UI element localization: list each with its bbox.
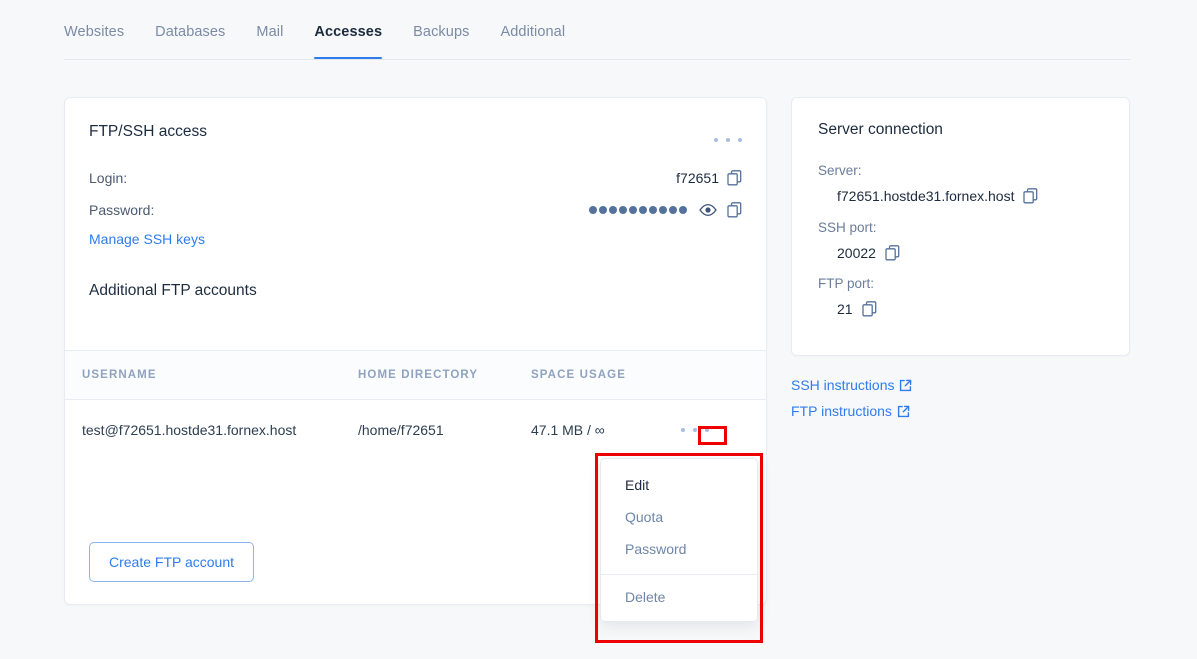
ftp-instructions-link[interactable]: FTP instructions [791, 403, 910, 419]
manage-ssh-keys-link[interactable]: Manage SSH keys [89, 231, 205, 247]
login-label: Login: [89, 170, 128, 186]
column-header-username: USERNAME [82, 369, 157, 381]
cell-space-usage: 47.1 MB / ∞ [531, 422, 605, 438]
row-more-options-button[interactable] [681, 421, 709, 439]
menu-item-quota[interactable]: Quota [601, 501, 757, 533]
tab-mail[interactable]: Mail [256, 0, 283, 58]
dot-icon [681, 428, 685, 432]
external-link-icon [897, 405, 910, 418]
copy-icon[interactable] [727, 202, 742, 218]
ftp-accounts-table: USERNAME HOME DIRECTORY SPACE USAGE test… [65, 350, 766, 460]
password-label: Password: [89, 202, 155, 218]
cell-username: test@f72651.hostde31.fornex.host [82, 422, 297, 438]
ftp-instructions-label: FTP instructions [791, 403, 892, 419]
server-label: Server: [818, 163, 862, 178]
column-header-space-usage: SPACE USAGE [531, 369, 626, 381]
dot-icon [726, 138, 730, 142]
copy-icon[interactable] [727, 170, 742, 186]
password-dot [609, 206, 617, 214]
menu-item-edit[interactable]: Edit [601, 469, 757, 501]
eye-icon[interactable] [699, 203, 717, 217]
password-dot [629, 206, 637, 214]
login-row: Login: f72651 [89, 168, 742, 188]
menu-item-delete[interactable]: Delete [601, 581, 757, 613]
ssh-port-value: 20022 [837, 245, 876, 261]
server-connection-title: Server connection [818, 121, 943, 138]
cell-actions [681, 421, 766, 439]
login-value: f72651 [676, 170, 719, 186]
password-dot [649, 206, 657, 214]
password-dot [639, 206, 647, 214]
tab-accesses[interactable]: Accesses [314, 0, 382, 59]
ftp-ssh-card-title: FTP/SSH access [89, 123, 207, 140]
server-connection-card: Server connection Server: f72651.hostde3… [791, 97, 1130, 356]
tab-bar: Websites Databases Mail Accesses Backups… [64, 0, 1130, 60]
table-row: test@f72651.hostde31.fornex.host /home/f… [65, 400, 766, 460]
copy-icon[interactable] [885, 245, 900, 261]
copy-icon[interactable] [1023, 188, 1038, 204]
password-masked-value [589, 206, 687, 214]
external-link-icon [899, 379, 912, 392]
copy-icon[interactable] [861, 301, 877, 317]
password-dot [599, 206, 607, 214]
table-header-row: USERNAME HOME DIRECTORY SPACE USAGE [65, 350, 766, 400]
password-row: Password: [89, 200, 742, 220]
ftp-port-label: FTP port: [818, 276, 875, 291]
dot-icon [738, 138, 742, 142]
tab-databases[interactable]: Databases [155, 0, 225, 58]
ssh-instructions-link[interactable]: SSH instructions [791, 377, 912, 393]
tab-backups[interactable]: Backups [413, 0, 469, 58]
password-dot [589, 206, 597, 214]
dot-icon [693, 428, 697, 432]
menu-item-password[interactable]: Password [601, 533, 757, 565]
ssh-port-label: SSH port: [818, 220, 877, 235]
ssh-instructions-label: SSH instructions [791, 377, 895, 393]
tab-additional[interactable]: Additional [500, 0, 565, 58]
tab-websites[interactable]: Websites [64, 0, 124, 58]
server-value-group: f72651.hostde31.fornex.host [837, 188, 1038, 204]
instruction-links: SSH instructions FTP instructions [791, 377, 912, 419]
ssh-port-value-group: 20022 [837, 245, 900, 261]
password-dot [669, 206, 677, 214]
dot-icon [714, 138, 718, 142]
ftp-port-value-group: 21 [837, 301, 877, 317]
dot-icon [705, 428, 709, 432]
password-dot [619, 206, 627, 214]
login-value-group: f72651 [676, 170, 742, 186]
password-dot [659, 206, 667, 214]
row-context-menu: Edit Quota Password Delete [600, 458, 758, 622]
ftp-card-more-options-button[interactable] [714, 132, 742, 148]
menu-divider [601, 574, 757, 575]
ftp-port-value: 21 [837, 301, 853, 317]
create-ftp-account-button[interactable]: Create FTP account [89, 542, 255, 582]
column-header-home-directory: HOME DIRECTORY [358, 369, 479, 381]
password-value-group [589, 202, 742, 218]
cell-home-directory: /home/f72651 [358, 422, 444, 438]
password-dot [679, 206, 687, 214]
additional-ftp-accounts-heading: Additional FTP accounts [89, 282, 257, 299]
server-value: f72651.hostde31.fornex.host [837, 188, 1015, 204]
